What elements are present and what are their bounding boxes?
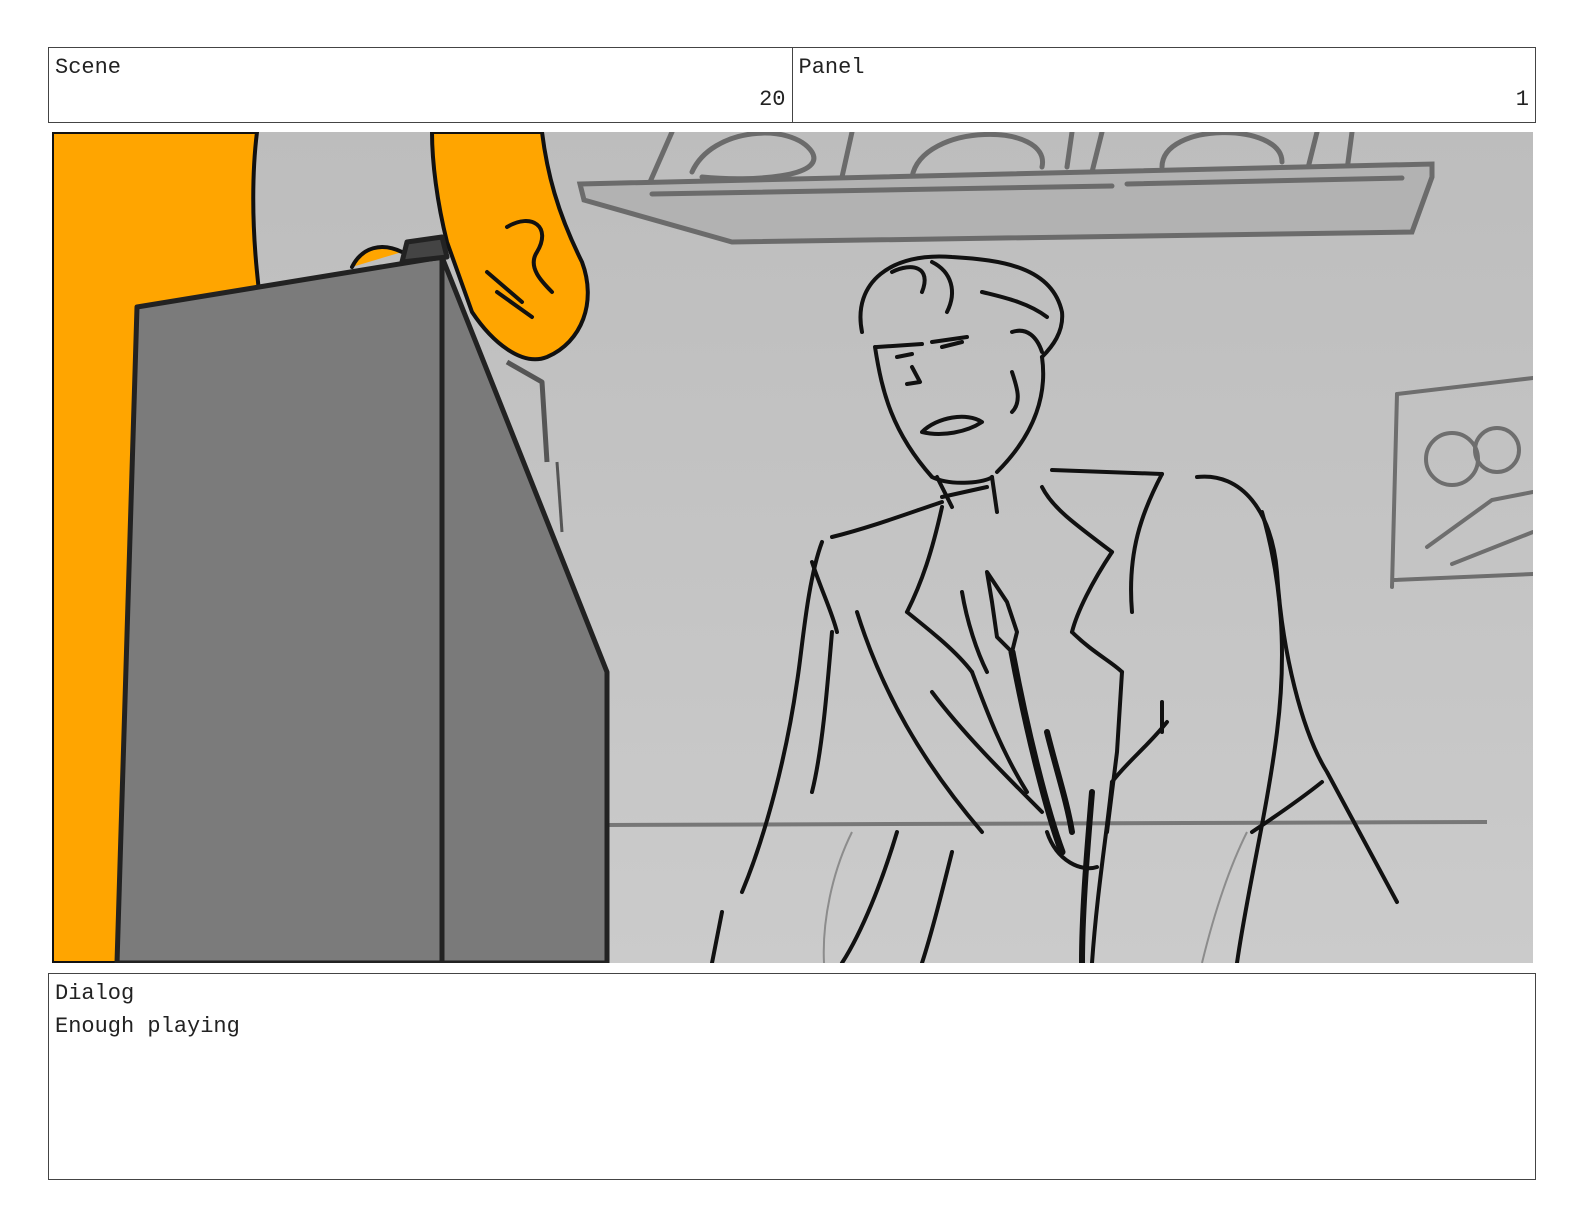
dialog-text: Enough playing	[55, 1014, 240, 1039]
panel-number: 1	[1515, 87, 1529, 112]
scene-label: Scene	[55, 55, 122, 80]
panel-cell: Panel 1	[791, 48, 1536, 122]
scene-panel-header: Scene 20 Panel 1	[48, 47, 1536, 123]
storyboard-panel-image	[52, 132, 1533, 963]
dialog-label: Dialog	[55, 981, 135, 1006]
scene-number: 20	[759, 87, 786, 112]
storyboard-sketch-illustration	[52, 132, 1533, 963]
scene-cell: Scene 20	[49, 48, 792, 122]
panel-label: Panel	[798, 55, 865, 80]
dialog-box: Dialog Enough playing	[48, 973, 1536, 1180]
